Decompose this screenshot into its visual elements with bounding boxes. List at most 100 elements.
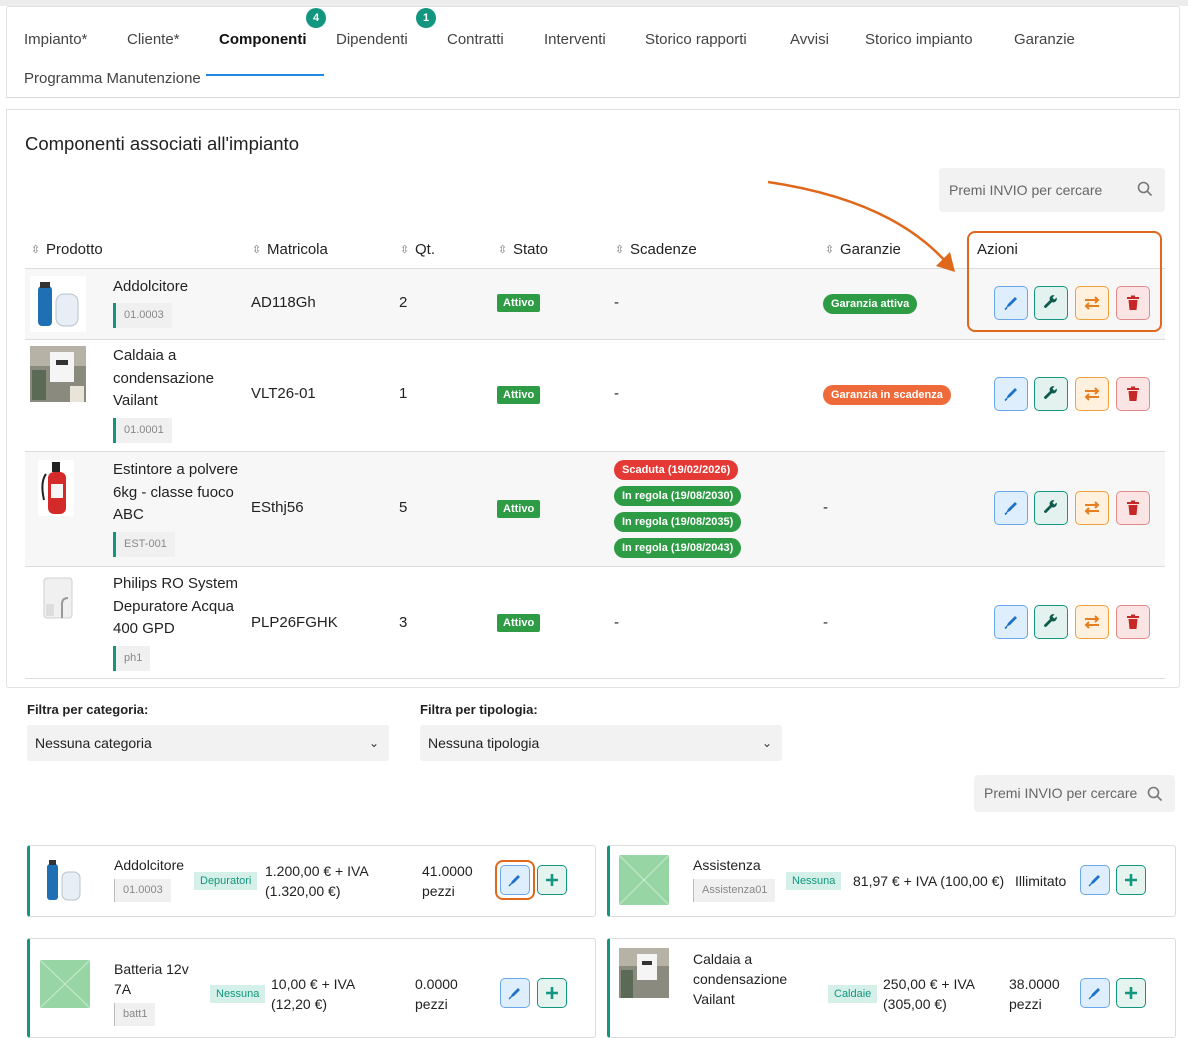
- search-input[interactable]: Premi INVIO per cercare: [939, 168, 1165, 212]
- product-code: EST-001: [113, 532, 175, 557]
- category-badge: Nessuna: [210, 985, 266, 1003]
- type-select-value: Nessuna tipologia: [428, 735, 540, 751]
- product-placeholder-image: [40, 960, 90, 1008]
- sort-icon: ⇳: [498, 244, 508, 256]
- sort-icon: ⇳: [252, 244, 262, 256]
- product-price-iva: (12,20 €): [271, 996, 328, 1012]
- add-product-button[interactable]: [1116, 978, 1146, 1008]
- col-qt[interactable]: ⇳ Qt.: [400, 241, 435, 258]
- delete-button[interactable]: [1116, 377, 1150, 411]
- col-matricola[interactable]: ⇳ Matricola: [252, 241, 328, 258]
- product-thumbnail: [619, 948, 669, 998]
- maintenance-button[interactable]: [1034, 491, 1068, 525]
- replace-button[interactable]: [1075, 377, 1109, 411]
- scadenze: -: [614, 294, 619, 311]
- product-stock: Illimitato: [1015, 873, 1067, 889]
- product-price-iva: (1.320,00 €): [265, 883, 341, 899]
- add-product-button[interactable]: [537, 978, 567, 1008]
- add-product-button[interactable]: [537, 865, 567, 895]
- product-stock: 38.0000: [1009, 976, 1060, 992]
- category-badge: Caldaie: [828, 985, 878, 1003]
- tab-cliente[interactable]: Cliente*: [127, 31, 180, 48]
- pencil-icon: [1088, 875, 1100, 887]
- category-badge: Nessuna: [786, 872, 842, 890]
- product-code: ph1: [113, 646, 151, 671]
- type-select[interactable]: Nessuna tipologia ⌄: [420, 725, 782, 761]
- replace-button[interactable]: [1075, 605, 1109, 639]
- section-title: Componenti associati all'impianto: [25, 133, 299, 154]
- edit-product-button[interactable]: [1080, 978, 1110, 1008]
- filter-category-label: Filtra per categoria:: [27, 702, 149, 717]
- swap-icon: [1084, 387, 1100, 401]
- edit-button[interactable]: [994, 491, 1028, 525]
- product-code: 01.0001: [113, 418, 172, 443]
- product-thumbnail: [30, 346, 86, 402]
- tab-componenti[interactable]: Componenti: [219, 31, 307, 48]
- quantity: 5: [399, 499, 408, 516]
- col-scadenze[interactable]: ⇳ Scadenze: [615, 241, 697, 258]
- tab-interventi[interactable]: Interventi: [544, 31, 606, 48]
- col-prodotto[interactable]: ⇳ Prodotto: [31, 241, 103, 258]
- tab-storico-impianto[interactable]: Storico impianto: [865, 31, 973, 48]
- maintenance-button[interactable]: [1034, 377, 1068, 411]
- swap-icon: [1084, 615, 1100, 629]
- tab-dipendenti[interactable]: Dipendenti: [336, 31, 408, 48]
- active-tab-indicator: [206, 74, 324, 76]
- quantity: 2: [399, 294, 408, 311]
- product-unit: pezzi: [415, 996, 448, 1012]
- col-stato[interactable]: ⇳ Stato: [498, 241, 548, 258]
- tab-garanzie[interactable]: Garanzie: [1014, 31, 1075, 48]
- product-thumbnail: [38, 574, 78, 630]
- expiry-badge: Scaduta (19/02/2026): [614, 460, 739, 480]
- search-icon: [1137, 181, 1153, 197]
- sort-icon: ⇳: [615, 244, 625, 256]
- expiry-badge: In regola (19/08/2035): [614, 512, 742, 532]
- edit-button[interactable]: [994, 605, 1028, 639]
- add-product-button[interactable]: [1116, 865, 1146, 895]
- product-name: Batteria 12v 7A: [114, 961, 189, 997]
- product-name: Estintore a polvere 6kg - classe fuoco A…: [113, 461, 239, 523]
- product-unit: pezzi: [422, 883, 455, 899]
- tab-impianto[interactable]: Impianto*: [24, 31, 87, 48]
- plus-icon: [546, 987, 558, 999]
- tab-storico-rapporti[interactable]: Storico rapporti: [645, 31, 747, 48]
- product-price: 10,00 € + IVA: [271, 976, 356, 992]
- product-code: batt1: [114, 1003, 156, 1026]
- chevron-down-icon: ⌄: [761, 736, 772, 750]
- tab-programma-manutenzione[interactable]: Programma Manutenzione: [24, 70, 201, 87]
- product-name: Addolcitore: [114, 857, 185, 873]
- wrench-icon: [1044, 614, 1057, 627]
- tab-avvisi[interactable]: Avvisi: [790, 31, 829, 48]
- wrench-icon: [1044, 386, 1057, 399]
- edit-button[interactable]: [994, 377, 1028, 411]
- matricola: VLT26-01: [251, 385, 316, 402]
- product-stock: 41.0000: [422, 863, 473, 879]
- pencil-icon: [508, 988, 520, 1000]
- product-price-iva: (305,00 €): [883, 996, 947, 1012]
- edit-product-button[interactable]: [500, 978, 530, 1008]
- product-thumbnail: [42, 856, 86, 904]
- product-code: 01.0003: [113, 303, 172, 328]
- edit-product-button[interactable]: [1080, 865, 1110, 895]
- tab-contratti[interactable]: Contratti: [447, 31, 504, 48]
- status-badge: Attivo: [497, 294, 541, 312]
- pencil-icon: [1004, 616, 1017, 630]
- category-select-value: Nessuna categoria: [35, 735, 152, 751]
- matricola: ESthj56: [251, 499, 304, 516]
- row-divider: [25, 678, 1165, 679]
- category-select[interactable]: Nessuna categoria ⌄: [27, 725, 389, 761]
- maintenance-button[interactable]: [1034, 605, 1068, 639]
- product-price: 1.200,00 € + IVA: [265, 863, 369, 879]
- row-divider: [25, 339, 1165, 340]
- delete-button[interactable]: [1116, 491, 1150, 525]
- product-search-input[interactable]: Premi INVIO per cercare: [974, 775, 1175, 812]
- search-placeholder: Premi INVIO per cercare: [949, 182, 1103, 198]
- replace-button[interactable]: [1075, 491, 1109, 525]
- pencil-icon: [1004, 502, 1017, 516]
- plus-icon: [1125, 987, 1137, 999]
- product-unit: pezzi: [1009, 996, 1042, 1012]
- trash-icon: [1127, 500, 1139, 515]
- product-name: Assistenza: [693, 857, 761, 873]
- search-icon: [1147, 786, 1163, 802]
- delete-button[interactable]: [1116, 605, 1150, 639]
